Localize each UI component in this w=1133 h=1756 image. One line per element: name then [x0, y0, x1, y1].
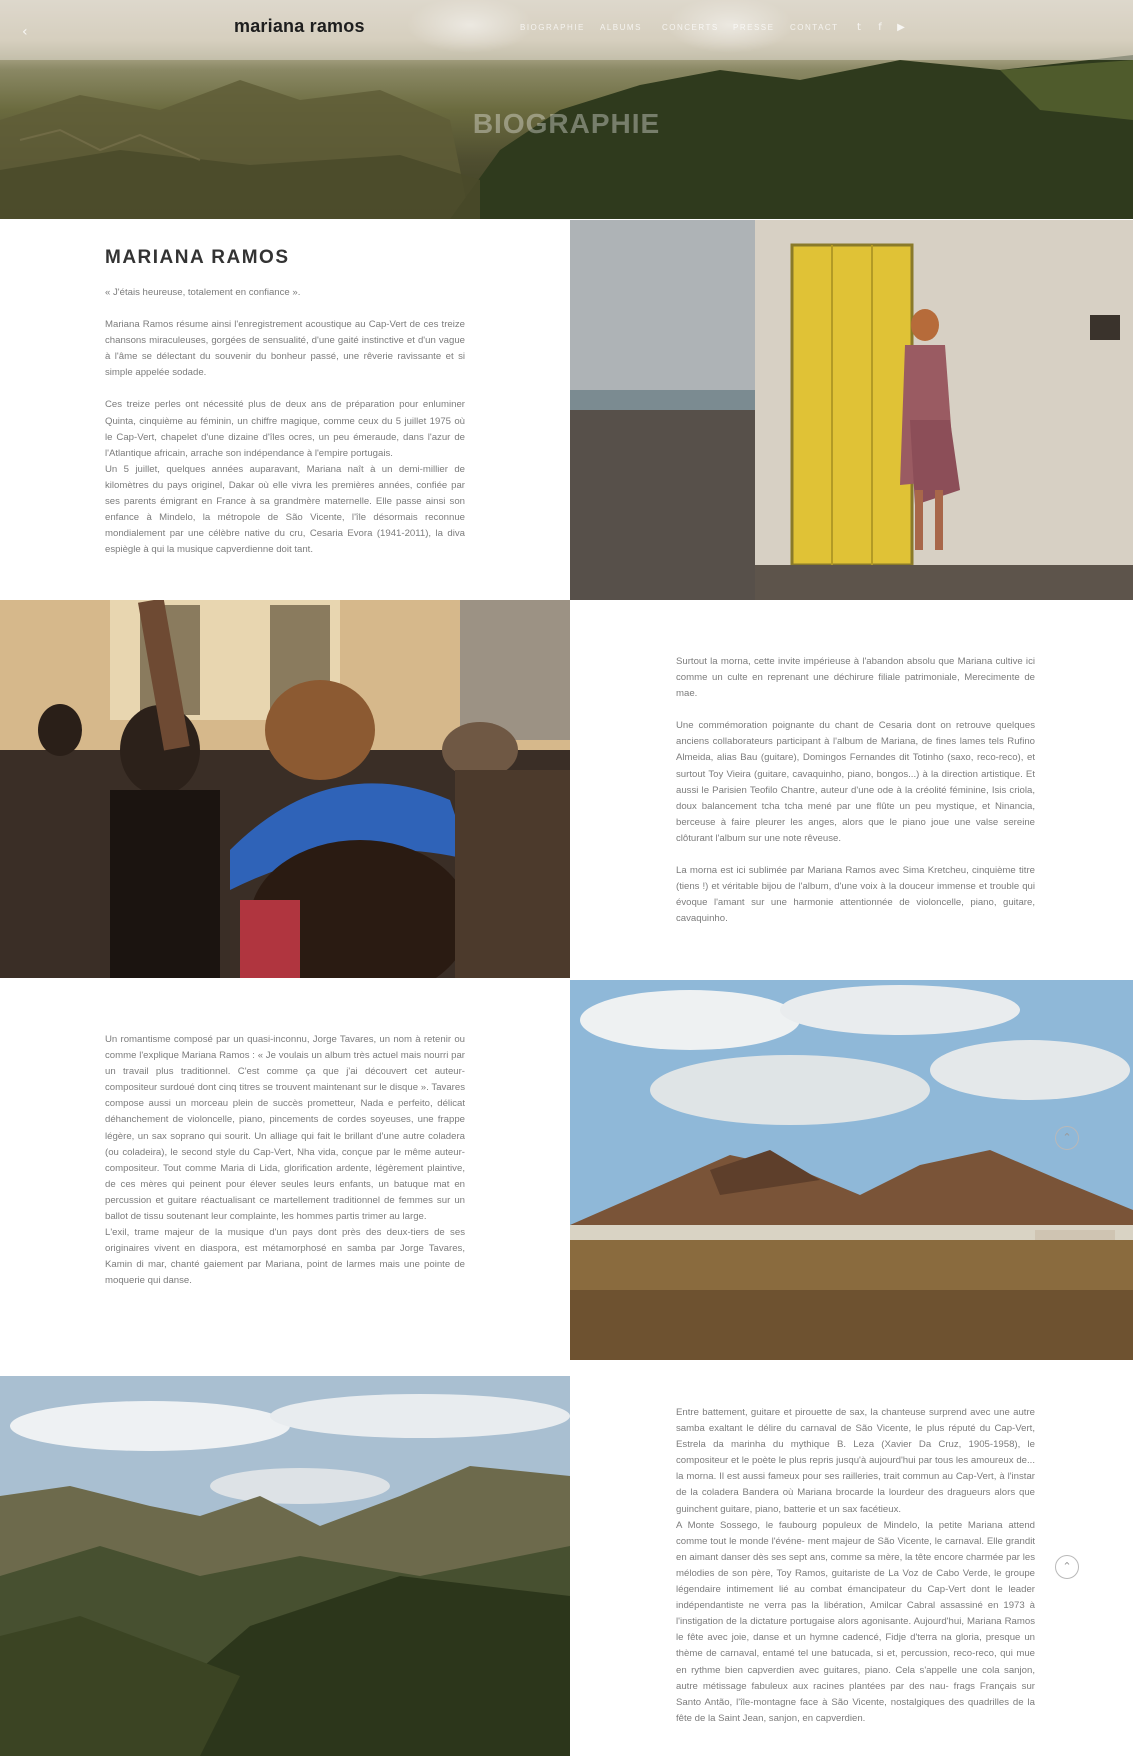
nav-contact[interactable]: CONTACT — [790, 23, 839, 32]
bio-paragraph: Un romantisme composé par un quasi-incon… — [105, 1034, 465, 1223]
bio-quote: « J'étais heureuse, totalement en confia… — [105, 287, 301, 298]
back-arrow-icon[interactable]: ‹ — [22, 24, 28, 40]
bio-paragraph: Un 5 juillet, quelques années auparavant… — [105, 463, 465, 556]
bio-text-3: Un romantisme composé par un quasi-incon… — [105, 1032, 465, 1290]
photo-yellow-door — [570, 220, 1133, 600]
bio-paragraph: La morna est ici sublimée par Mariana Ra… — [676, 865, 1035, 925]
bio-text-1: « J'étais heureuse, totalement en confia… — [105, 285, 465, 558]
bio-paragraph: Entre battement, guitare et pirouette de… — [676, 1407, 1035, 1515]
nav-presse[interactable]: PRESSE — [733, 23, 774, 32]
bio-paragraph: Une commémoration poignante du chant de … — [676, 720, 1035, 844]
bio-paragraph: A Monte Sossego, le faubourg populeux de… — [676, 1519, 1035, 1724]
bio-paragraph: Surtout la morna, cette invite impérieus… — [676, 656, 1035, 700]
nav-biographie[interactable]: BIOGRAPHIE — [520, 23, 585, 32]
bio-text-2: Surtout la morna, cette invite impérieus… — [676, 654, 1035, 927]
twitter-icon[interactable]: t — [853, 22, 865, 34]
bio-paragraph: L'exil, trame majeur de la musique d'un … — [105, 1227, 465, 1287]
chevron-up-icon[interactable]: ⌃ — [1055, 1126, 1079, 1150]
site-logo[interactable]: mariana ramos — [234, 16, 365, 37]
nav-concerts[interactable]: CONCERTS — [662, 23, 719, 32]
page-title: BIOGRAPHIE — [472, 108, 661, 139]
photo-green-mountains — [0, 1376, 570, 1756]
nav-albums[interactable]: ALBUMS — [600, 23, 642, 32]
bio-paragraph: Ces treize perles ont nécessité plus de … — [105, 399, 465, 459]
photo-crowd — [0, 600, 570, 978]
bio-paragraph: Mariana Ramos résume ainsi l'enregistrem… — [105, 319, 465, 379]
artist-heading: MARIANA RAMOS — [105, 247, 290, 268]
facebook-icon[interactable]: f — [874, 22, 886, 34]
bio-text-4: Entre battement, guitare et pirouette de… — [676, 1405, 1035, 1727]
scroll-top-button[interactable]: ⌃ — [1055, 1555, 1079, 1579]
youtube-icon[interactable]: ▶ — [895, 22, 907, 34]
photo-volcano-town — [570, 980, 1133, 1360]
hero-banner: ‹ mariana ramos BIOGRAPHIE ALBUMS CONCER… — [0, 0, 1133, 219]
